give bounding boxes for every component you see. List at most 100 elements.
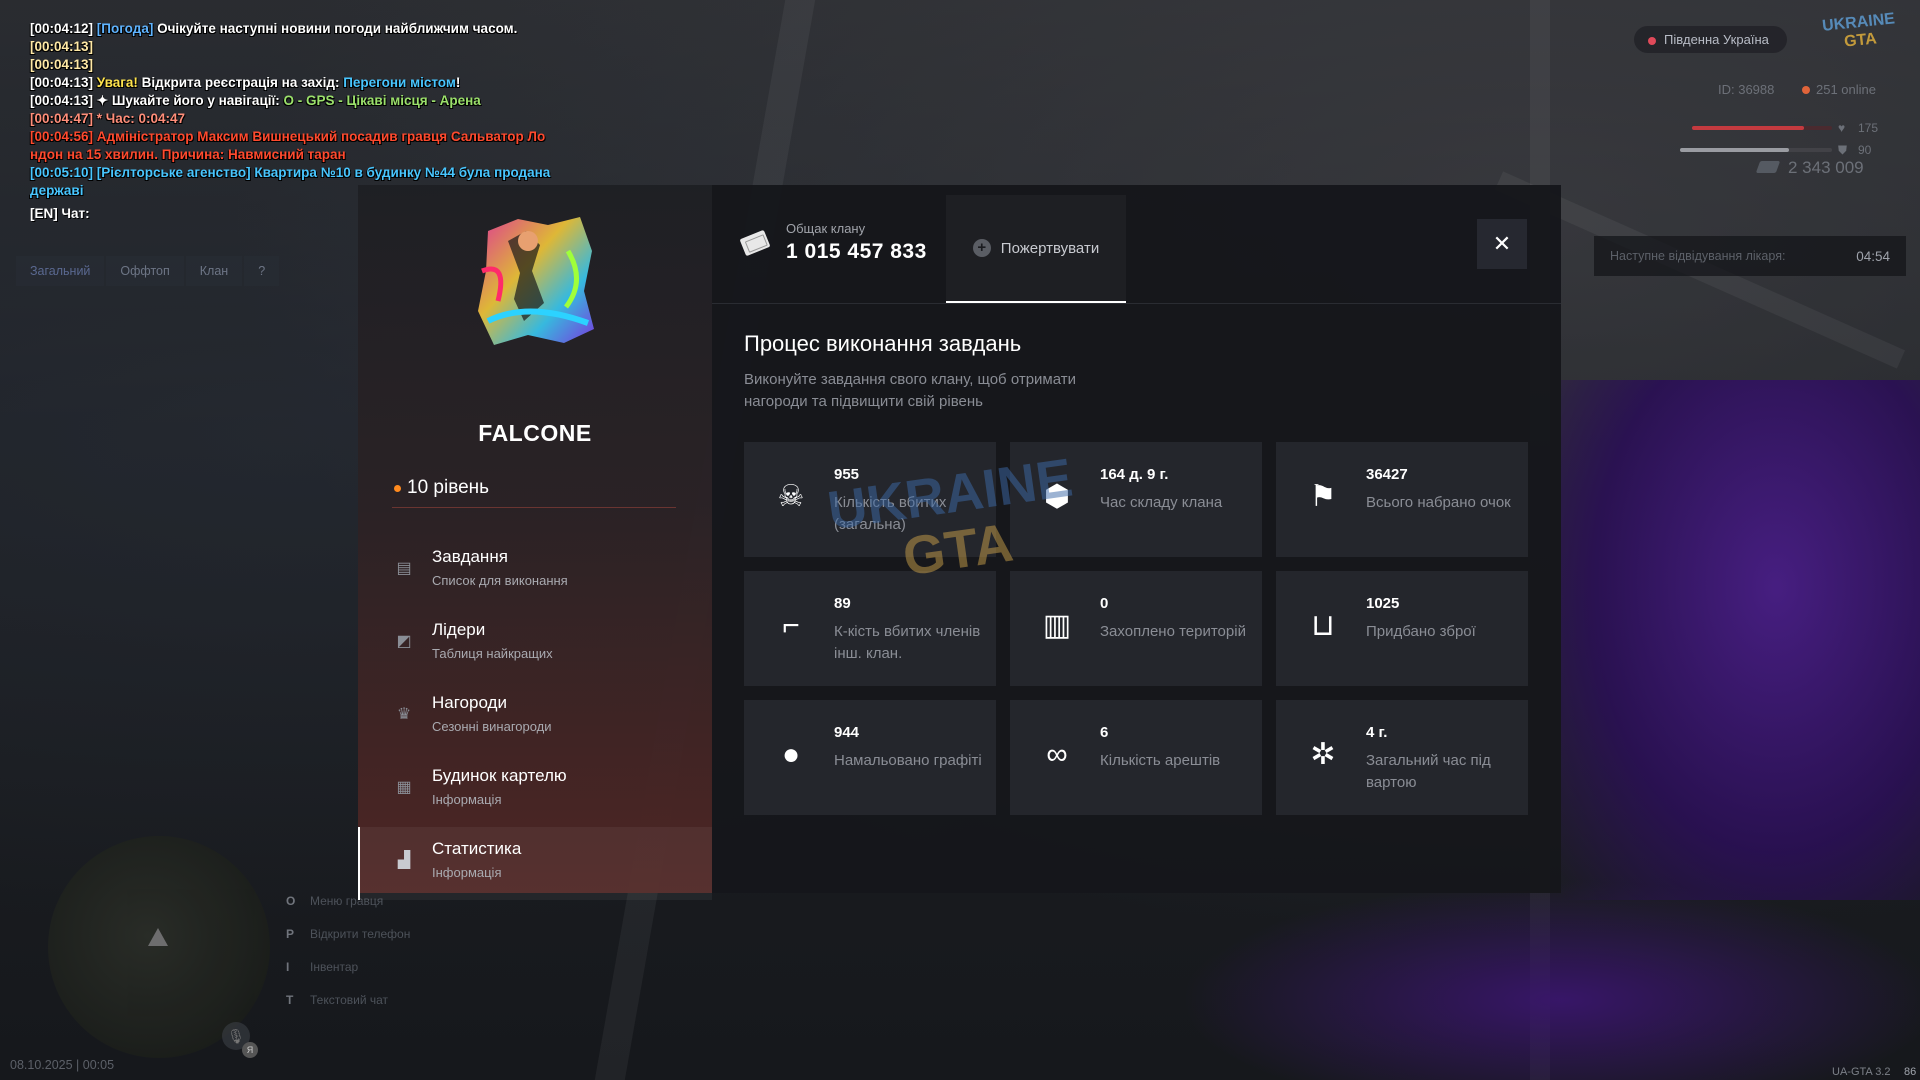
stat-value: 0 bbox=[1100, 595, 1109, 612]
stat-value: 6 bbox=[1100, 724, 1109, 741]
stat-card: ⊔ 1025 Придбано зброї bbox=[1276, 571, 1528, 686]
skull-icon: ☠ bbox=[777, 480, 805, 513]
menu-item-subtitle: Сезонні винагороди bbox=[432, 719, 552, 734]
clan-modal: FALCONE 10 рівень ▤ Завдання Список для в… bbox=[358, 185, 1561, 900]
divider bbox=[392, 507, 676, 508]
basket-icon: ⊔ bbox=[1311, 609, 1335, 642]
date-time: 08.10.2025 | 00:05 bbox=[10, 1058, 115, 1072]
bank-label: Общак клану bbox=[786, 221, 866, 236]
menu-item-subtitle: Інформація bbox=[432, 865, 502, 880]
chat-line: [00:04:12] [Погода] Очікуйте наступні но… bbox=[30, 21, 518, 36]
stat-label: Всього набрано очок bbox=[1366, 494, 1511, 511]
stat-label: Час складу клана bbox=[1100, 494, 1223, 511]
stat-card: ⌐ 89 К-кість вбитих членів інш. клан. bbox=[744, 571, 996, 686]
clan-header: Общак клану 1 015 457 833 + Пожертвувати… bbox=[712, 185, 1561, 304]
stats-icon: ▟ bbox=[397, 852, 411, 869]
chat-tab-general[interactable]: Загальний bbox=[16, 256, 105, 286]
stat-label: Загальний час під вартою bbox=[1366, 752, 1491, 791]
chat-tab-help[interactable]: ? bbox=[244, 256, 280, 286]
player-arrow-icon bbox=[148, 928, 168, 946]
chat-log: [00:04:12] [Погода] Очікуйте наступні но… bbox=[30, 20, 600, 200]
chat-input-label[interactable]: [EN] Чат: bbox=[30, 206, 90, 221]
menu-item-leaders[interactable]: ◩ Лідери Таблиця найкращих bbox=[358, 608, 712, 681]
map-icon: ▥ bbox=[1042, 609, 1072, 642]
health-bar-track bbox=[1692, 126, 1832, 130]
stat-label: К-кість вбитих членів інш. клан. bbox=[834, 623, 981, 662]
armor-bar-fill bbox=[1680, 148, 1790, 152]
jail-icon: ✲ bbox=[1310, 738, 1336, 771]
close-button[interactable]: ✕ bbox=[1477, 219, 1527, 269]
stat-card: ▥ 0 Захоплено територій bbox=[1010, 571, 1262, 686]
region-dot-icon bbox=[1648, 37, 1656, 45]
chat-tab-offtop[interactable]: Оффтоп bbox=[106, 256, 184, 286]
menu-item-title: Завдання bbox=[432, 547, 508, 566]
stat-value: 36427 bbox=[1366, 466, 1408, 483]
menu-item-cartel-house[interactable]: ▦ Будинок картелю Інформація bbox=[358, 754, 712, 827]
hospital-label: Наступне відвідування лікаря: bbox=[1610, 249, 1786, 263]
player-money: 2 343 009 bbox=[1755, 158, 1864, 178]
page-description: Виконуйте завдання свого клану, щоб отри… bbox=[744, 371, 1076, 410]
key-hints: O Меню гравця P Відкрити телефон I Інвентар… bbox=[286, 884, 410, 1016]
clan-bank: Общак клану 1 015 457 833 bbox=[739, 221, 927, 264]
fps-counter: 86 bbox=[1904, 1066, 1917, 1078]
list-icon: ▤ bbox=[396, 560, 412, 577]
menu-item-tasks[interactable]: ▤ Завдання Список для виконання bbox=[358, 535, 712, 608]
donate-button[interactable]: + Пожертвувати bbox=[946, 195, 1126, 303]
chat-line: [00:04:13] bbox=[30, 39, 94, 54]
trophy-icon: ♛ bbox=[396, 706, 412, 723]
hospital-timer: Наступне відвідування лікаря: 04:54 bbox=[1594, 236, 1906, 276]
health-value: 175 bbox=[1858, 121, 1879, 135]
stat-card: ∞ 6 Кількість арештів bbox=[1010, 700, 1262, 815]
donate-label: Пожертвувати bbox=[1000, 239, 1100, 257]
building-icon: ▦ bbox=[396, 779, 412, 796]
stat-label: Кількість арештів bbox=[1100, 752, 1221, 769]
stat-card: ⬢ 164 д. 9 г. Час складу клана bbox=[1010, 442, 1262, 557]
close-icon: ✕ bbox=[1492, 231, 1512, 256]
chat-tab-clan[interactable]: Клан bbox=[185, 256, 243, 286]
flag-icon: ⚑ bbox=[1309, 480, 1337, 513]
chat-line: [00:04:13] Увага! Відкрита реєстрація на… bbox=[30, 75, 461, 90]
hospital-time: 04:54 bbox=[1856, 248, 1890, 264]
cash-icon bbox=[739, 229, 771, 256]
box-clock-icon: ⬢ bbox=[1043, 480, 1071, 513]
menu-item-rewards[interactable]: ♛ Нагороди Сезонні винагороди bbox=[358, 681, 712, 754]
stat-card: ● 944 Намальовано графіті bbox=[744, 700, 996, 815]
clan-sidebar: FALCONE 10 рівень ▤ Завдання Список для в… bbox=[358, 185, 712, 900]
chat-line: [00:04:13] ✦ Шукайте його у навігації: O… bbox=[30, 93, 481, 108]
menu-item-statistics[interactable]: ▟ Статистика Інформація bbox=[358, 827, 712, 900]
menu-item-subtitle: Список для виконання bbox=[432, 573, 568, 588]
key-hint: P Відкрити телефон bbox=[286, 926, 411, 941]
cash-icon bbox=[1755, 161, 1781, 173]
level-dot-icon bbox=[394, 484, 401, 492]
armor-value: 90 bbox=[1858, 143, 1872, 157]
chart-icon: ◩ bbox=[396, 633, 412, 650]
armor-shield-icon: ⛊ bbox=[1838, 143, 1848, 157]
stat-value: 164 д. 9 г. bbox=[1100, 466, 1169, 483]
handcuffs-icon: ∞ bbox=[1046, 738, 1068, 771]
chat-line: [00:04:13] bbox=[30, 57, 94, 72]
stat-value: 4 г. bbox=[1366, 724, 1388, 741]
stat-value: 944 bbox=[834, 724, 860, 741]
page-title: Процес виконання завдань bbox=[744, 331, 1022, 356]
stat-card: ☠ 955 Кількість вбитих (загальна) bbox=[744, 442, 996, 557]
stat-value: 89 bbox=[834, 595, 851, 612]
menu-item-title: Лідери bbox=[432, 620, 486, 639]
menu-item-title: Статистика bbox=[432, 839, 522, 858]
game-version: UA-GTA 3.2 bbox=[1832, 1066, 1891, 1078]
menu-item-subtitle: Таблиця найкращих bbox=[432, 646, 553, 661]
key-hint: T Текстовий чат bbox=[286, 992, 389, 1007]
menu-item-subtitle: Інформація bbox=[432, 792, 502, 807]
menu-item-title: Будинок картелю bbox=[432, 766, 567, 785]
chat-line: [00:04:56] Адміністратор Максим Вишнецьк… bbox=[30, 129, 546, 162]
stat-label: Придбано зброї bbox=[1366, 623, 1476, 640]
stat-value: 955 bbox=[834, 466, 860, 483]
stats-grid: ☠ 955 Кількість вбитих (загальна) ⬢ 164 … bbox=[744, 442, 1530, 815]
stat-label: Захоплено територій bbox=[1100, 623, 1246, 640]
clan-emblem-logo bbox=[478, 217, 594, 345]
stat-value: 1025 bbox=[1366, 595, 1400, 612]
clan-name: FALCONE bbox=[478, 420, 592, 446]
clan-menu: ▤ Завдання Список для виконання ◩ Лідери Т… bbox=[358, 535, 712, 900]
stat-card: ⚑ 36427 Всього набрано очок bbox=[1276, 442, 1528, 557]
plus-icon: + bbox=[972, 239, 991, 257]
health-bar-fill bbox=[1692, 126, 1804, 130]
